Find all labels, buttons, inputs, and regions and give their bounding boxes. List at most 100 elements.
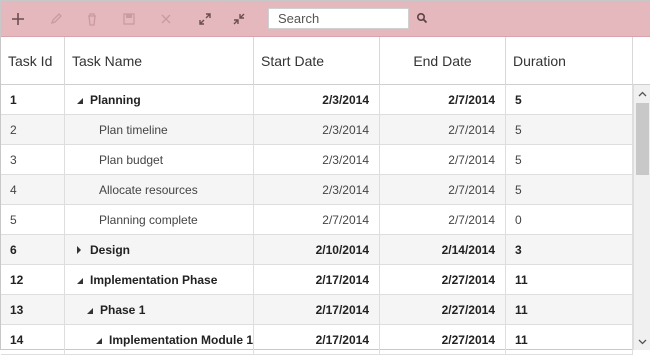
add-button[interactable]	[6, 7, 30, 31]
table-row[interactable]: 14 Implementation Module 1 2/17/2014 2/27/2…	[1, 325, 633, 355]
edit-button[interactable]	[44, 7, 68, 31]
expand-arrow-icon[interactable]	[74, 245, 84, 255]
task-name-text: Plan timeline	[99, 123, 168, 137]
task-name-text: Phase 1	[100, 303, 146, 317]
cell-id: 1	[1, 85, 65, 115]
cell-start: 2/17/2014	[254, 325, 380, 355]
cell-name: Planning complete	[65, 205, 254, 235]
cell-end: 2/27/2014	[380, 295, 506, 325]
table-row[interactable]: 3 Plan budget 2/3/2014 2/7/2014 5	[1, 145, 633, 175]
cell-end: 2/7/2014	[380, 205, 506, 235]
save-icon	[123, 13, 135, 25]
cell-duration: 5	[506, 85, 633, 115]
cell-start: 2/7/2014	[254, 205, 380, 235]
cell-end: 2/27/2014	[380, 325, 506, 355]
cell-duration: 3	[506, 235, 633, 265]
cell-end: 2/7/2014	[380, 145, 506, 175]
cell-id: 13	[1, 295, 65, 325]
task-name-text: Design	[90, 243, 131, 257]
task-name-text: Planning	[90, 93, 141, 107]
cell-start: 2/17/2014	[254, 265, 380, 295]
cell-duration: 11	[506, 295, 633, 325]
task-name-text: Plan budget	[99, 153, 164, 167]
table-row[interactable]: 13 Phase 1 2/17/2014 2/27/2014 11	[1, 295, 633, 325]
table-row[interactable]: 4 Allocate resources 2/3/2014 2/7/2014 5	[1, 175, 633, 205]
column-header-duration[interactable]: Duration	[506, 37, 633, 85]
delete-icon	[88, 13, 96, 26]
cell-duration: 11	[506, 325, 633, 355]
column-header-start-date[interactable]: Start Date	[254, 37, 380, 85]
vertical-scrollbar[interactable]	[633, 85, 650, 350]
cell-name: Design	[65, 235, 254, 265]
cell-id: 12	[1, 265, 65, 295]
column-header-end-date[interactable]: End Date	[380, 37, 506, 85]
collapse-arrow-icon[interactable]	[74, 95, 84, 105]
expand-all-icon	[199, 13, 211, 25]
cell-name: Plan budget	[65, 145, 254, 175]
toolbar	[1, 1, 650, 37]
grid-header: Task Id Task Name Start Date End Date Du…	[1, 37, 650, 85]
cell-name: Allocate resources	[65, 175, 254, 205]
cell-start: 2/17/2014	[254, 295, 380, 325]
treegrid-window: Task Id Task Name Start Date End Date Du…	[0, 0, 650, 355]
collapse-all-icon	[233, 13, 245, 25]
cell-duration: 5	[506, 175, 633, 205]
cancel-icon	[161, 14, 171, 24]
cell-name: Phase 1	[65, 295, 254, 325]
chevron-down-icon	[638, 339, 647, 344]
collapse-all-button[interactable]	[227, 7, 251, 31]
cell-name: Planning	[65, 85, 254, 115]
cell-start: 2/3/2014	[254, 175, 380, 205]
task-name-text: Implementation Phase	[90, 273, 218, 287]
cell-end: 2/7/2014	[380, 175, 506, 205]
cell-end: 2/14/2014	[380, 235, 506, 265]
cell-duration: 11	[506, 265, 633, 295]
collapse-arrow-icon[interactable]	[94, 335, 103, 345]
cell-duration: 5	[506, 115, 633, 145]
table-row[interactable]: 6 Design 2/10/2014 2/14/2014 3	[1, 235, 633, 265]
cancel-button[interactable]	[154, 7, 178, 31]
cell-id: 2	[1, 115, 65, 145]
cell-end: 2/7/2014	[380, 85, 506, 115]
cell-id: 4	[1, 175, 65, 205]
edit-icon	[50, 13, 62, 25]
cell-end: 2/27/2014	[380, 265, 506, 295]
cell-duration: 0	[506, 205, 633, 235]
scroll-down-button[interactable]	[634, 333, 650, 350]
delete-button[interactable]	[80, 7, 104, 31]
cell-name: Implementation Phase	[65, 265, 254, 295]
chevron-up-icon	[638, 91, 647, 96]
column-header-task-name[interactable]: Task Name	[65, 37, 254, 85]
task-name-text: Planning complete	[99, 213, 198, 227]
cell-start: 2/3/2014	[254, 145, 380, 175]
cell-id: 6	[1, 235, 65, 265]
search-icon	[416, 12, 428, 24]
search-button[interactable]	[414, 10, 430, 26]
collapse-arrow-icon[interactable]	[74, 275, 84, 285]
table-row[interactable]: 2 Plan timeline 2/3/2014 2/7/2014 5	[1, 115, 633, 145]
table-row[interactable]: 1 Planning 2/3/2014 2/7/2014 5	[1, 85, 633, 115]
cell-duration: 5	[506, 145, 633, 175]
scroll-thumb[interactable]	[636, 103, 649, 175]
cell-start: 2/3/2014	[254, 85, 380, 115]
scroll-up-button[interactable]	[634, 85, 650, 102]
expand-all-button[interactable]	[193, 7, 217, 31]
cell-start: 2/3/2014	[254, 115, 380, 145]
cell-name: Plan timeline	[65, 115, 254, 145]
cell-id: 5	[1, 205, 65, 235]
search-box	[268, 8, 409, 29]
add-icon	[12, 13, 24, 25]
search-input[interactable]	[269, 9, 408, 28]
save-button[interactable]	[117, 7, 141, 31]
column-header-task-id[interactable]: Task Id	[1, 37, 65, 85]
table-row[interactable]: 5 Planning complete 2/7/2014 2/7/2014 0	[1, 205, 633, 235]
cell-end: 2/7/2014	[380, 115, 506, 145]
cell-id: 14	[1, 325, 65, 355]
collapse-arrow-icon[interactable]	[84, 305, 94, 315]
table-row[interactable]: 12 Implementation Phase 2/17/2014 2/27/2014…	[1, 265, 633, 295]
cell-id: 3	[1, 145, 65, 175]
task-name-text: Allocate resources	[99, 183, 198, 197]
cell-start: 2/10/2014	[254, 235, 380, 265]
task-name-text: Implementation Module 1	[108, 333, 253, 347]
tree-grid: Task Id Task Name Start Date End Date Du…	[1, 37, 650, 355]
